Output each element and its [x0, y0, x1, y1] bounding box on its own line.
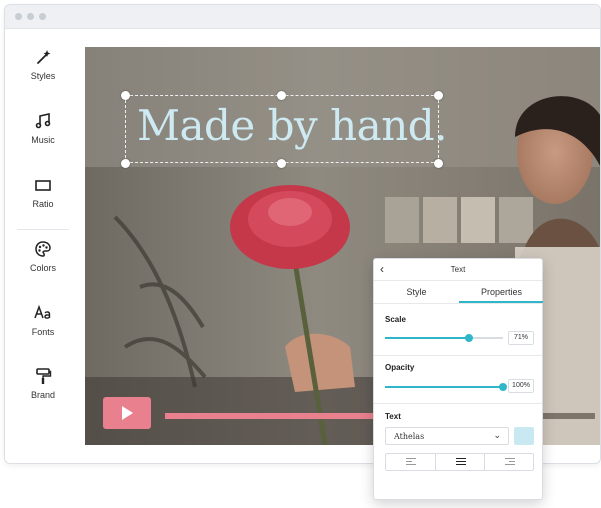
window-dot-maximize[interactable]: [39, 13, 46, 20]
font-select[interactable]: Athelas ⌄: [385, 427, 509, 445]
text-section-label: Text: [385, 412, 401, 421]
opacity-slider-thumb[interactable]: [499, 383, 507, 391]
chevron-down-icon: ⌄: [493, 430, 501, 440]
progress-fill: [165, 413, 402, 419]
align-center-button[interactable]: [435, 454, 484, 470]
window-dot-close[interactable]: [15, 13, 22, 20]
opacity-slider-fill: [385, 386, 503, 388]
sidebar-item-styles[interactable]: Styles: [5, 47, 81, 103]
text-properties-panel: ‹ Text Style Properties Scale 71% Opacit…: [373, 258, 543, 500]
music-note-icon: [35, 113, 51, 129]
palette-icon: [35, 241, 51, 257]
text-selection-box: [125, 95, 439, 163]
resize-handle-bottom[interactable]: [277, 159, 286, 168]
ratio-icon: [35, 180, 51, 191]
align-right-button[interactable]: [484, 454, 533, 470]
tabs-divider: [374, 303, 542, 304]
play-icon: [122, 406, 133, 420]
font-icon: [34, 304, 51, 319]
resize-handle-bottom-right[interactable]: [434, 159, 443, 168]
sidebar-item-fonts[interactable]: Fonts: [5, 303, 81, 359]
section-divider: [374, 403, 542, 404]
tab-properties[interactable]: Properties: [459, 281, 544, 303]
resize-handle-top-right[interactable]: [434, 91, 443, 100]
align-right-icon: [505, 458, 515, 467]
resize-handle-bottom-left[interactable]: [121, 159, 130, 168]
sidebar-item-music[interactable]: Music: [5, 111, 81, 167]
panel-title: Text: [450, 265, 466, 274]
alignment-group: [385, 453, 534, 471]
paint-roller-icon: [36, 368, 52, 384]
align-left-icon: [406, 458, 416, 467]
magic-wand-icon: [37, 50, 51, 64]
align-center-icon: [456, 458, 466, 467]
opacity-value[interactable]: 100%: [508, 379, 534, 393]
sidebar-item-label: Brand: [30, 390, 56, 400]
active-tab-indicator: [459, 301, 543, 303]
play-button[interactable]: [103, 397, 151, 429]
sidebar-item-label: Ratio: [32, 199, 54, 209]
scale-slider-thumb[interactable]: [465, 334, 473, 342]
window-dot-minimize[interactable]: [27, 13, 34, 20]
sidebar-item-label: Colors: [29, 263, 56, 273]
resize-handle-top[interactable]: [277, 91, 286, 100]
sidebar-item-label: Music: [31, 135, 55, 145]
scale-value[interactable]: 71%: [508, 331, 534, 345]
sidebar: Styles Music Ratio Colors Fonts Brand: [5, 29, 81, 463]
sidebar-item-brand[interactable]: Brand: [5, 366, 81, 422]
tab-style[interactable]: Style: [374, 281, 459, 303]
sidebar-item-label: Styles: [30, 71, 56, 81]
title-bar: [5, 5, 600, 29]
scale-slider-fill: [385, 337, 469, 339]
sidebar-item-colors[interactable]: Colors: [5, 239, 81, 295]
panel-header: ‹ Text: [374, 259, 542, 281]
sidebar-divider: [17, 229, 69, 230]
text-color-swatch[interactable]: [514, 427, 534, 445]
section-divider: [374, 355, 542, 356]
scale-label: Scale: [385, 315, 406, 324]
resize-handle-top-left[interactable]: [121, 91, 130, 100]
font-select-value: Athelas: [394, 432, 425, 441]
sidebar-item-ratio[interactable]: Ratio: [5, 175, 81, 231]
sidebar-item-label: Fonts: [31, 327, 55, 337]
align-left-button[interactable]: [386, 454, 435, 470]
opacity-label: Opacity: [385, 363, 415, 372]
